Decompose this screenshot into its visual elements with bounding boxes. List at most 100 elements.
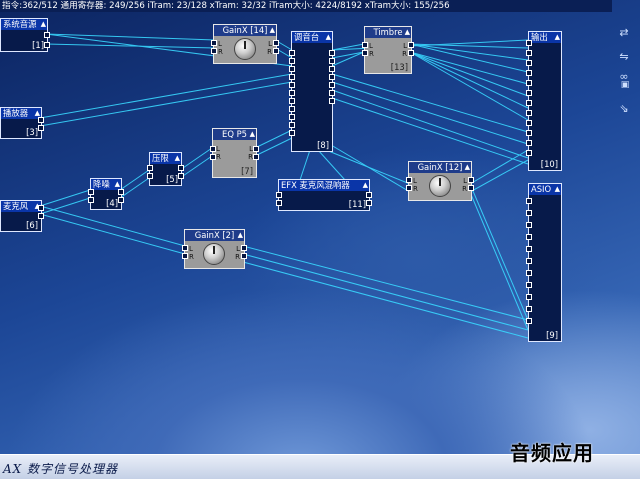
module-timbre[interactable]: Timbre ▲ L R L R [13] — [362, 26, 414, 74]
input-port[interactable] — [88, 197, 94, 203]
input-port[interactable] — [526, 222, 532, 228]
module-gain-12[interactable]: GainX [12] ▲ L R L R — [406, 161, 474, 201]
input-port[interactable] — [526, 210, 532, 216]
module-gain-2[interactable]: GainX [2] ▲ L R L R — [182, 229, 247, 269]
input-port[interactable] — [526, 246, 532, 252]
output-port[interactable] — [468, 177, 474, 183]
input-port[interactable] — [526, 270, 532, 276]
input-port[interactable] — [289, 98, 295, 104]
output-port[interactable] — [178, 173, 184, 179]
output-port[interactable] — [329, 58, 335, 64]
input-port[interactable] — [526, 90, 532, 96]
chevron-up-icon[interactable]: ▲ — [363, 180, 368, 191]
input-port[interactable] — [289, 106, 295, 112]
output-port[interactable] — [38, 213, 44, 219]
input-port[interactable] — [211, 40, 217, 46]
output-port[interactable] — [44, 32, 50, 38]
input-port[interactable] — [526, 198, 532, 204]
output-port[interactable] — [118, 197, 124, 203]
input-port[interactable] — [526, 120, 532, 126]
input-port[interactable] — [210, 146, 216, 152]
chevron-up-icon[interactable]: ▲ — [41, 19, 46, 30]
output-port[interactable] — [329, 98, 335, 104]
input-port[interactable] — [526, 100, 532, 106]
input-port[interactable] — [526, 110, 532, 116]
chevron-up-icon[interactable]: ▲ — [250, 129, 255, 140]
input-port[interactable] — [147, 165, 153, 171]
input-port[interactable] — [276, 200, 282, 206]
input-port[interactable] — [526, 258, 532, 264]
output-port[interactable] — [44, 42, 50, 48]
input-port[interactable] — [526, 40, 532, 46]
output-port[interactable] — [241, 253, 247, 259]
output-port[interactable] — [329, 66, 335, 72]
output-port[interactable] — [329, 50, 335, 56]
input-port[interactable] — [276, 192, 282, 198]
chevron-up-icon[interactable]: ▲ — [326, 32, 331, 43]
output-port[interactable] — [38, 125, 44, 131]
gain-knob[interactable] — [429, 175, 451, 197]
input-port[interactable] — [526, 60, 532, 66]
output-port[interactable] — [273, 48, 279, 54]
output-port[interactable] — [468, 185, 474, 191]
output-port[interactable] — [253, 154, 259, 160]
output-port[interactable] — [118, 189, 124, 195]
chevron-up-icon[interactable]: ▲ — [555, 184, 560, 195]
output-port[interactable] — [366, 200, 372, 206]
module-asio[interactable]: ASIO ▲ [9] — [526, 183, 562, 342]
output-port[interactable] — [253, 146, 259, 152]
input-port[interactable] — [289, 66, 295, 72]
module-eq[interactable]: EQ P5 ▲ L R L R [7] — [210, 128, 259, 178]
input-port[interactable] — [526, 294, 532, 300]
output-port[interactable] — [366, 192, 372, 198]
input-port[interactable] — [289, 90, 295, 96]
gain-knob[interactable] — [234, 38, 256, 60]
input-port[interactable] — [289, 58, 295, 64]
input-port[interactable] — [526, 282, 532, 288]
input-port[interactable] — [526, 130, 532, 136]
output-port[interactable] — [178, 165, 184, 171]
output-port[interactable] — [38, 117, 44, 123]
input-port[interactable] — [289, 122, 295, 128]
chevron-up-icon[interactable]: ▲ — [238, 230, 243, 241]
input-port[interactable] — [526, 150, 532, 156]
gain-knob[interactable] — [203, 243, 225, 265]
output-port[interactable] — [273, 40, 279, 46]
input-port[interactable] — [88, 189, 94, 195]
module-output[interactable]: 输出 ▲ [10] — [526, 31, 562, 171]
input-port[interactable] — [526, 306, 532, 312]
input-port[interactable] — [210, 154, 216, 160]
input-port[interactable] — [362, 50, 368, 56]
input-port[interactable] — [211, 48, 217, 54]
input-port[interactable] — [289, 50, 295, 56]
input-port[interactable] — [147, 173, 153, 179]
output-port[interactable] — [329, 82, 335, 88]
input-port[interactable] — [526, 234, 532, 240]
module-player[interactable]: 播放器 ▲ [3] — [0, 107, 44, 139]
input-port[interactable] — [289, 114, 295, 120]
chevron-up-icon[interactable]: ▲ — [555, 32, 560, 43]
input-port[interactable] — [289, 82, 295, 88]
input-port[interactable] — [182, 253, 188, 259]
chevron-up-icon[interactable]: ▲ — [175, 153, 180, 164]
module-gain-14[interactable]: GainX [14] ▲ L R L R — [211, 24, 279, 64]
output-port[interactable] — [329, 90, 335, 96]
input-port[interactable] — [182, 245, 188, 251]
output-port[interactable] — [408, 50, 414, 56]
output-port[interactable] — [38, 205, 44, 211]
input-port[interactable] — [526, 50, 532, 56]
module-mixer[interactable]: 调音台 ▲ [8] — [289, 31, 335, 152]
module-noise-reduction[interactable]: 降噪 ▲ [4] — [88, 178, 124, 210]
input-port[interactable] — [526, 80, 532, 86]
input-port[interactable] — [526, 140, 532, 146]
output-port[interactable] — [329, 74, 335, 80]
output-port[interactable] — [241, 245, 247, 251]
input-port[interactable] — [406, 177, 412, 183]
input-port[interactable] — [289, 130, 295, 136]
module-limiter[interactable]: 压限 ▲ [5] — [147, 152, 184, 186]
input-port[interactable] — [526, 318, 532, 324]
chevron-up-icon[interactable]: ▲ — [270, 25, 275, 36]
input-port[interactable] — [289, 74, 295, 80]
input-port[interactable] — [526, 70, 532, 76]
input-port[interactable] — [406, 185, 412, 191]
